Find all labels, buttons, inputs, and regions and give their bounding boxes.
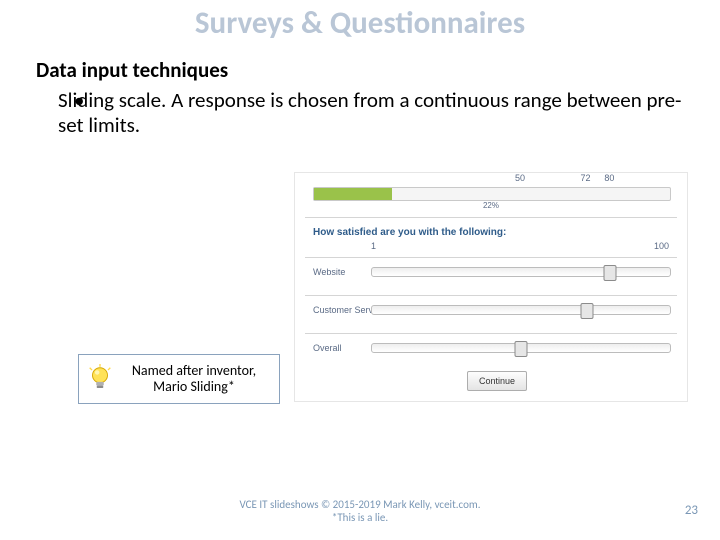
page-number: 23 [685,503,698,518]
slider-track[interactable] [371,267,671,277]
callout-line2: Mario Sliding* [153,378,235,395]
slider-thumb[interactable] [580,303,593,319]
slider-thumb[interactable] [604,265,617,281]
divider [305,217,677,218]
divider [305,257,677,258]
slide-title: Surveys & Questionnaires [0,6,720,40]
slider-label: Overall [313,343,342,353]
callout-line1: Named after inventor, [132,362,256,379]
survey-screenshot: 22% How satisfied are you with the follo… [294,172,688,402]
continue-button[interactable]: Continue [467,371,527,391]
bullet-item: • Sliding scale. A response is chosen fr… [36,88,686,139]
slider-value: 50 [505,173,535,183]
divider [305,333,677,334]
lightbulb-icon [85,364,115,394]
footer-line2: *This is a lie. [332,511,388,524]
scale-max: 100 [654,241,669,251]
bullet-dot: • [74,88,84,114]
scale-min: 1 [371,241,376,251]
callout-text: Named after inventor, Mario Sliding* [115,363,279,395]
body-text: Data input techniques • Sliding scale. A… [36,58,686,139]
slider-thumb[interactable] [515,341,528,357]
subheading: Data input techniques [36,58,686,84]
slider-label: Website [313,267,345,277]
survey-question: How satisfied are you with the following… [313,227,506,238]
footer: VCE IT slideshows © 2015-2019 Mark Kelly… [0,498,720,524]
slider-track[interactable] [371,305,671,315]
slider-value: 72 [571,173,601,183]
footer-line1: VCE IT slideshows © 2015-2019 Mark Kelly… [240,498,481,511]
progress-bar [313,187,671,201]
slide: Surveys & Questionnaires Data input tech… [0,0,720,540]
slider-track[interactable] [371,343,671,353]
progress-fill [314,188,392,200]
progress-label: 22% [313,201,669,210]
divider [305,295,677,296]
callout-box: Named after inventor, Mario Sliding* [78,354,280,404]
bullet-text: Sliding scale. A response is chosen from… [58,87,681,139]
